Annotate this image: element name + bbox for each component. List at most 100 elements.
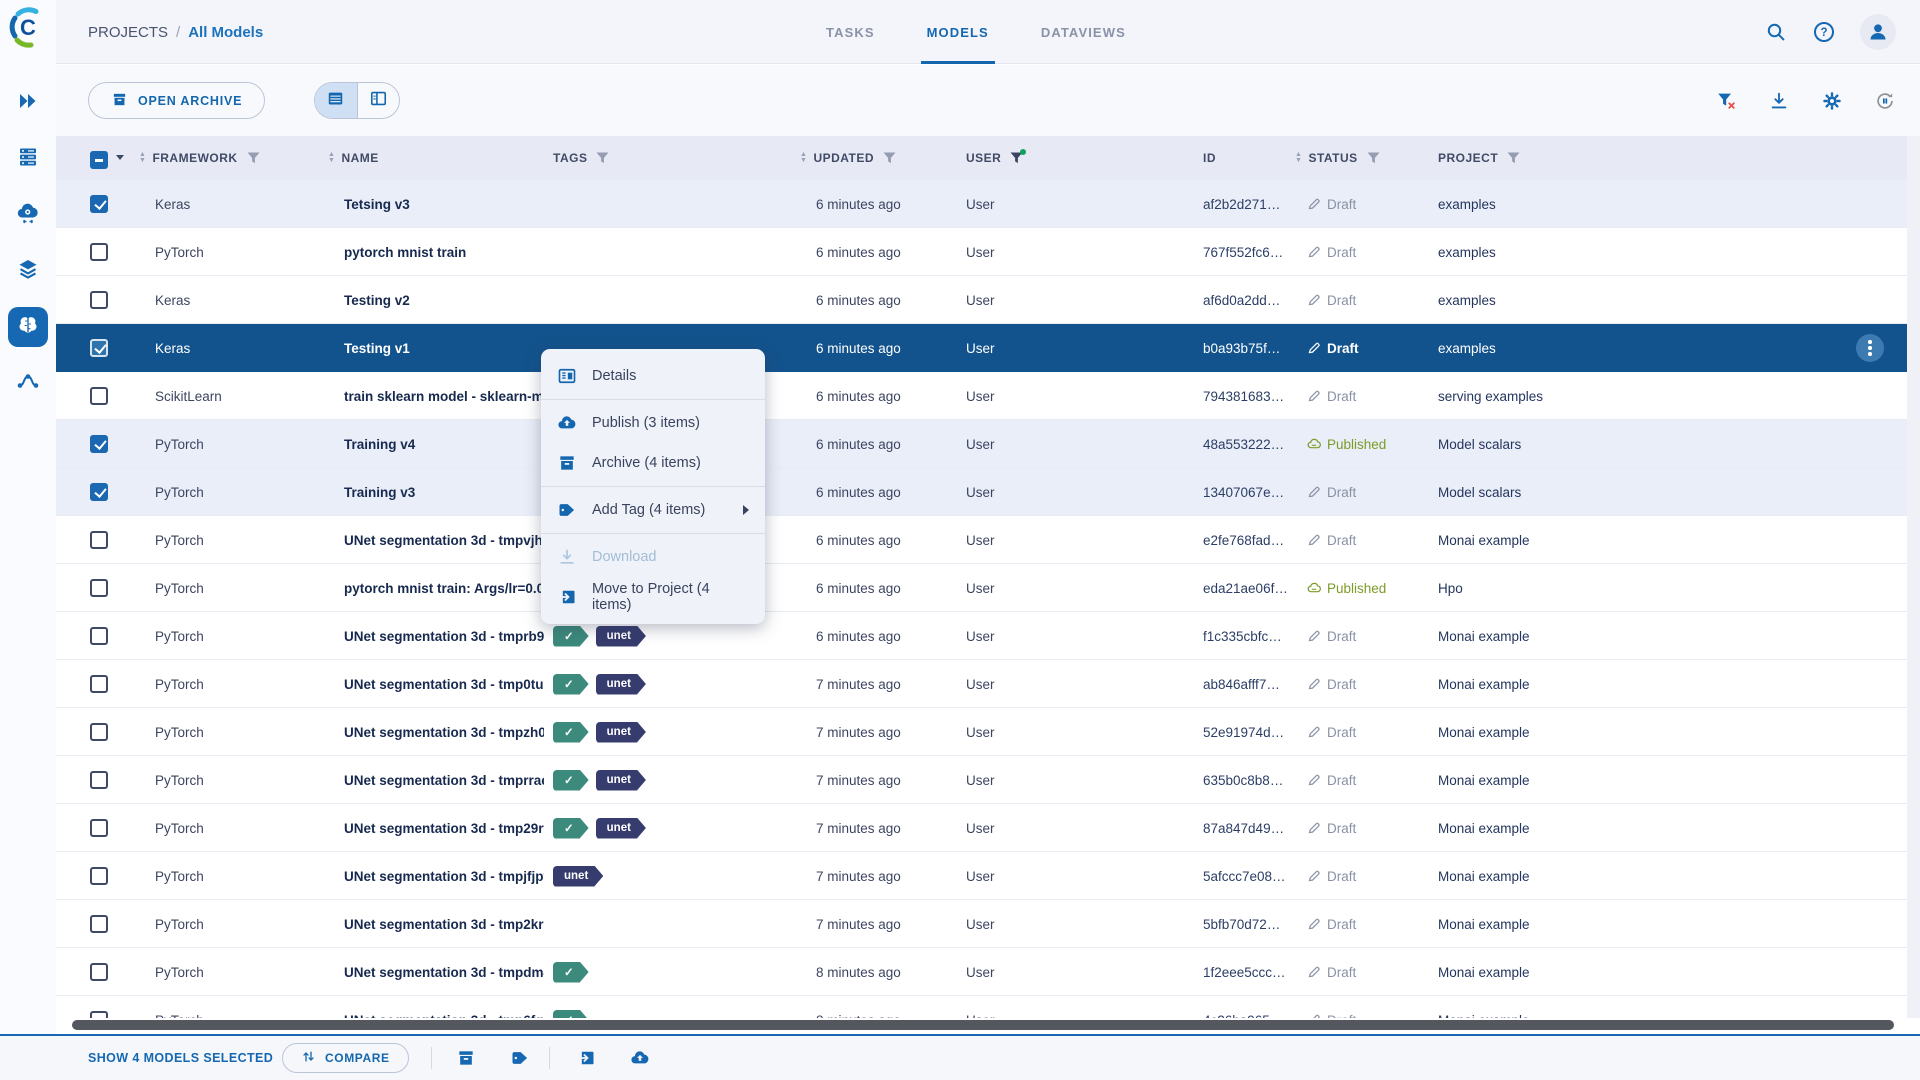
table-row[interactable]: PyTorch UNet segmentation 3d - tmprb9d… ✓ u…: [56, 612, 1920, 660]
row-checkbox[interactable]: [90, 387, 108, 405]
row-checkbox[interactable]: [90, 531, 108, 549]
row-checkbox[interactable]: [90, 339, 108, 357]
column-header-framework[interactable]: ▲ ▼ FRAMEWORK: [139, 136, 260, 180]
sort-icon[interactable]: ▲ ▼: [139, 151, 146, 164]
table-row[interactable]: PyTorch pytorch mnist train 6 minutes ago U…: [56, 228, 1920, 276]
row-checkbox[interactable]: [90, 291, 108, 309]
clearml-logo[interactable]: C: [6, 5, 50, 49]
table-row[interactable]: PyTorch UNet segmentation 3d - tmpjfjpv… u…: [56, 852, 1920, 900]
table-row[interactable]: PyTorch pytorch mnist train: Args/lr=0.01…: [56, 564, 1920, 612]
publish-selected-button[interactable]: [626, 1044, 654, 1072]
cell-id: f1c335cbfc…: [1203, 628, 1282, 644]
tab-tasks[interactable]: TASKS: [826, 0, 875, 64]
tag-chip-check: ✓: [553, 1010, 589, 1019]
nav-datasets[interactable]: [8, 251, 48, 291]
table-row[interactable]: PyTorch UNet segmentation 3d - tmpzh0… ✓ un…: [56, 708, 1920, 756]
clear-filters-button[interactable]: [1715, 90, 1737, 112]
row-checkbox[interactable]: [90, 483, 108, 501]
select-all-checkbox[interactable]: [90, 151, 108, 169]
table-row[interactable]: Keras Testing v2 6 minutes ago User af6d0a2d…: [56, 276, 1920, 324]
menu-item-add-tag-4-items[interactable]: Add Tag (4 items): [541, 490, 765, 530]
row-checkbox[interactable]: [90, 867, 108, 885]
table-settings-button[interactable]: [1821, 90, 1843, 112]
filter-icon[interactable]: [1367, 152, 1380, 164]
filter-icon[interactable]: [1507, 152, 1520, 164]
row-checkbox[interactable]: [90, 195, 108, 213]
row-checkbox[interactable]: [90, 963, 108, 981]
menu-item-details[interactable]: Details: [541, 356, 765, 396]
row-checkbox[interactable]: [90, 1011, 108, 1018]
tag-selected-button[interactable]: [506, 1044, 534, 1072]
table-row[interactable]: PyTorch UNet segmentation 3d - tmprrae… ✓ u…: [56, 756, 1920, 804]
table-row[interactable]: PyTorch UNet segmentation 3d - tmp29rf… ✓ u…: [56, 804, 1920, 852]
cell-project: examples: [1438, 292, 1496, 308]
row-checkbox[interactable]: [90, 675, 108, 693]
row-menu-button[interactable]: [1856, 334, 1884, 362]
cell-project: Monai example: [1438, 996, 1698, 1019]
filter-icon[interactable]: [596, 152, 609, 164]
table-row[interactable]: PyTorch UNet segmentation 3d - tmp0tu… ✓ un…: [56, 660, 1920, 708]
table-view-toggle[interactable]: [315, 83, 357, 118]
nav-expand[interactable]: [8, 83, 48, 123]
column-header-id[interactable]: ID: [1203, 136, 1216, 180]
auto-refresh-button[interactable]: [1874, 90, 1896, 112]
column-header-project[interactable]: PROJECT: [1438, 136, 1520, 180]
sort-icon[interactable]: ▲ ▼: [800, 151, 807, 164]
download-table-button[interactable]: [1768, 90, 1790, 112]
tab-models[interactable]: MODELS: [920, 0, 996, 64]
table-row[interactable]: PyTorch UNet segmentation 3d - tmpvjhyl… 6…: [56, 516, 1920, 564]
cell-user: User: [966, 724, 995, 740]
cell-tags: ✓ unet: [553, 708, 803, 756]
menu-item-publish-3-items[interactable]: Publish (3 items): [541, 403, 765, 443]
table-row[interactable]: PyTorch Training v3 6 minutes ago User 13407…: [56, 468, 1920, 516]
user-avatar[interactable]: [1860, 14, 1896, 50]
breadcrumb-current[interactable]: All Models: [188, 24, 263, 41]
help-icon[interactable]: ?: [1812, 20, 1836, 44]
table-row[interactable]: PyTorch Training v4 6 minutes ago User 48a55…: [56, 420, 1920, 468]
filter-icon[interactable]: [1010, 149, 1027, 164]
column-header-status[interactable]: ▲ ▼ STATUS: [1295, 136, 1380, 180]
table-row[interactable]: PyTorch UNet segmentation 3d - tmp2kr0… 7 …: [56, 900, 1920, 948]
nav-models[interactable]: [8, 307, 48, 347]
column-label: UPDATED: [813, 151, 875, 165]
horizontal-scrollbar[interactable]: [72, 1020, 1894, 1030]
sort-icon[interactable]: ▲ ▼: [328, 151, 335, 164]
table-row[interactable]: PyTorch UNet segmentation 3d - tmp6fg0… ✓ 8…: [56, 996, 1920, 1018]
row-checkbox[interactable]: [90, 579, 108, 597]
column-header-user[interactable]: USER: [966, 136, 1027, 180]
nav-projects[interactable]: [8, 139, 48, 179]
card-view-toggle[interactable]: [356, 83, 400, 118]
row-checkbox[interactable]: [90, 627, 108, 645]
breadcrumb-projects[interactable]: PROJECTS: [88, 24, 168, 41]
table-row[interactable]: Keras Testing v1 6 minutes ago User b0a93b75…: [56, 324, 1920, 372]
move-selected-button[interactable]: [572, 1044, 600, 1072]
search-icon[interactable]: [1764, 20, 1788, 44]
table-row[interactable]: PyTorch UNet segmentation 3d - tmpdm4… ✓ 8 …: [56, 948, 1920, 996]
sort-icon[interactable]: ▲ ▼: [1295, 151, 1302, 164]
show-selected-link[interactable]: SHOW 4 MODELS SELECTED: [88, 1036, 273, 1080]
selection-dropdown-caret[interactable]: [116, 155, 124, 160]
filter-icon[interactable]: [883, 152, 896, 164]
row-checkbox[interactable]: [90, 435, 108, 453]
menu-item-move-to-project-4-items[interactable]: Move to Project (4 items): [541, 577, 765, 617]
archive-selected-button[interactable]: [452, 1044, 480, 1072]
row-checkbox[interactable]: [90, 819, 108, 837]
row-checkbox[interactable]: [90, 771, 108, 789]
compare-button[interactable]: COMPARE: [282, 1043, 409, 1073]
cell-framework: PyTorch: [155, 964, 204, 980]
open-archive-button[interactable]: OPEN ARCHIVE: [88, 82, 266, 119]
table-row[interactable]: Keras Tetsing v3 6 minutes ago User af2b2d27…: [56, 180, 1920, 228]
cell-framework: PyTorch: [155, 820, 204, 836]
column-header-name[interactable]: ▲ ▼ NAME: [328, 136, 379, 180]
row-checkbox[interactable]: [90, 243, 108, 261]
filter-icon[interactable]: [247, 152, 260, 164]
tab-dataviews[interactable]: DATAVIEWS: [1041, 0, 1126, 64]
row-checkbox[interactable]: [90, 915, 108, 933]
menu-item-archive-4-items[interactable]: Archive (4 items): [541, 443, 765, 483]
column-header-updated[interactable]: ▲ ▼ UPDATED: [800, 136, 896, 180]
nav-pipelines[interactable]: [8, 363, 48, 403]
nav-deploy[interactable]: [8, 195, 48, 235]
column-header-tags[interactable]: TAGS: [553, 136, 609, 180]
row-checkbox[interactable]: [90, 723, 108, 741]
table-row[interactable]: ScikitLearn train sklearn model - sklearn…: [56, 372, 1920, 420]
